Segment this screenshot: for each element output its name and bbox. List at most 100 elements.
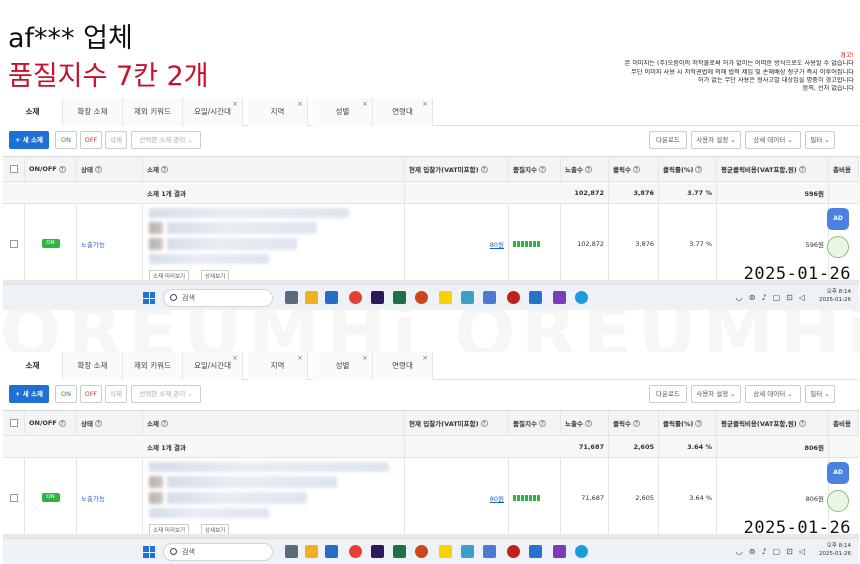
bid-link[interactable]: 80원 xyxy=(490,239,504,249)
task-view-icon[interactable] xyxy=(285,545,298,558)
filter-dropdown[interactable]: 필터 ⌄ xyxy=(805,385,835,403)
edge-icon[interactable] xyxy=(575,545,588,558)
download-button[interactable]: 다운로드 xyxy=(649,385,687,403)
help-icon[interactable]: ? xyxy=(480,419,488,427)
help-icon[interactable]: ? xyxy=(584,419,592,427)
store-icon[interactable] xyxy=(325,545,338,558)
col-cpc[interactable]: 평균클릭비용(VAT포함,원)? xyxy=(717,411,829,435)
download-button[interactable]: 다운로드 xyxy=(649,131,687,149)
col-ctr[interactable]: 클릭률(%)? xyxy=(659,157,717,181)
close-icon[interactable]: × xyxy=(297,352,303,372)
close-icon[interactable]: × xyxy=(362,98,368,118)
user-settings-dropdown[interactable]: 사용자 설정 ⌄ xyxy=(691,131,741,149)
col-clicks[interactable]: 클릭수? xyxy=(609,157,659,181)
col-bid[interactable]: 현재 입찰가(VAT미포함)? xyxy=(405,157,509,181)
tab-day-time[interactable]: 요일/시간대 × xyxy=(183,352,243,380)
close-icon[interactable]: × xyxy=(422,98,428,118)
col-impressions[interactable]: 노출수? xyxy=(561,157,609,181)
col-creative[interactable]: 소재? xyxy=(143,157,405,181)
row-bid[interactable]: 80원 xyxy=(405,204,509,283)
col-impressions[interactable]: 노출수? xyxy=(561,411,609,435)
help-icon[interactable]: ? xyxy=(58,165,66,173)
app-icon[interactable] xyxy=(553,291,566,304)
store-icon[interactable] xyxy=(325,291,338,304)
tab-day-time[interactable]: 요일/시간대 × xyxy=(183,98,243,126)
detail-data-dropdown[interactable]: 상세 데이터 ⌄ xyxy=(745,385,801,403)
help-icon[interactable]: ? xyxy=(584,165,592,173)
help-icon[interactable]: ? xyxy=(58,419,66,427)
col-total-cost[interactable]: 총비용 xyxy=(829,157,859,181)
app-icon[interactable] xyxy=(553,545,566,558)
filter-dropdown[interactable]: 필터 ⌄ xyxy=(805,131,835,149)
record-icon[interactable] xyxy=(507,291,520,304)
help-icon[interactable]: ? xyxy=(538,419,546,427)
calculator-icon[interactable] xyxy=(483,291,496,304)
ad-icon[interactable]: AD xyxy=(827,462,849,484)
help-icon[interactable]: ? xyxy=(632,419,640,427)
delete-button[interactable]: 삭제 xyxy=(105,131,127,149)
row-checkbox[interactable] xyxy=(3,204,25,283)
col-cpc[interactable]: 평균클릭비용(VAT포함,원)? xyxy=(717,157,829,181)
manage-selected-dropdown[interactable]: 선택한 소재 관리 ⌄ xyxy=(131,385,201,403)
tab-excluded-keyword[interactable]: 제외 키워드 xyxy=(123,352,183,380)
checkbox[interactable] xyxy=(9,165,18,173)
taskbar-search-input[interactable]: 검색 xyxy=(163,543,273,561)
chrome-icon[interactable] xyxy=(349,545,362,558)
col-onoff[interactable]: ON/OFF? xyxy=(25,157,77,181)
help-icon[interactable]: ? xyxy=(538,165,546,173)
tab-excluded-keyword[interactable]: 제외 키워드 xyxy=(123,98,183,126)
system-clock[interactable]: 오후 8:14 2025-01-26 xyxy=(819,542,851,558)
help-icon[interactable]: ? xyxy=(160,419,168,427)
tab-region[interactable]: 지역 × xyxy=(248,98,308,126)
help-icon[interactable]: ? xyxy=(480,165,488,173)
select-all-checkbox[interactable] xyxy=(3,157,25,181)
system-clock[interactable]: 오후 8:14 2025-01-26 xyxy=(819,288,851,304)
avatar[interactable] xyxy=(827,236,849,258)
on-toggle[interactable]: ON xyxy=(41,493,60,502)
tab-extension[interactable]: 확장 소재 xyxy=(63,98,123,126)
windows-start-icon[interactable] xyxy=(143,292,155,304)
premiere-icon[interactable] xyxy=(371,545,384,558)
detail-data-dropdown[interactable]: 상세 데이터 ⌄ xyxy=(745,131,801,149)
task-view-icon[interactable] xyxy=(285,291,298,304)
new-creative-button[interactable]: + 새 소재 xyxy=(9,131,49,149)
excel-icon[interactable] xyxy=(393,545,406,558)
system-tray-icons[interactable]: ◡⊚♪▢⊡◁ xyxy=(736,547,811,556)
col-clicks[interactable]: 클릭수? xyxy=(609,411,659,435)
tab-creative[interactable]: 소재 xyxy=(3,98,63,126)
close-icon[interactable]: × xyxy=(362,352,368,372)
app-icon[interactable] xyxy=(529,545,542,558)
col-ctr[interactable]: 클릭률(%)? xyxy=(659,411,717,435)
close-icon[interactable]: × xyxy=(232,98,238,118)
windows-start-icon[interactable] xyxy=(143,546,155,558)
chrome-icon[interactable] xyxy=(349,291,362,304)
ad-icon[interactable]: AD xyxy=(827,208,849,230)
row-bid[interactable]: 80원 xyxy=(405,458,509,537)
tab-extension[interactable]: 확장 소재 xyxy=(63,352,123,380)
avatar[interactable] xyxy=(827,490,849,512)
help-icon[interactable]: ? xyxy=(160,165,168,173)
new-creative-button[interactable]: + 새 소재 xyxy=(9,385,49,403)
tab-creative[interactable]: 소재 xyxy=(3,352,63,380)
col-status[interactable]: 상태? xyxy=(77,411,143,435)
off-button[interactable]: OFF xyxy=(80,131,102,149)
powerpoint-icon[interactable] xyxy=(415,545,428,558)
close-icon[interactable]: × xyxy=(422,352,428,372)
tab-gender[interactable]: 성별 × xyxy=(313,98,373,126)
help-icon[interactable]: ? xyxy=(632,165,640,173)
manage-selected-dropdown[interactable]: 선택한 소재 관리 ⌄ xyxy=(131,131,201,149)
tab-region[interactable]: 지역 × xyxy=(248,352,308,380)
checkbox[interactable] xyxy=(9,239,18,248)
record-icon[interactable] xyxy=(507,545,520,558)
tab-age[interactable]: 연령대 × xyxy=(373,352,433,380)
help-icon[interactable]: ? xyxy=(695,419,703,427)
on-button[interactable]: ON xyxy=(55,385,77,403)
on-toggle[interactable]: ON xyxy=(41,239,60,248)
kakaotalk-icon[interactable] xyxy=(439,545,452,558)
col-onoff[interactable]: ON/OFF? xyxy=(25,411,77,435)
select-all-checkbox[interactable] xyxy=(3,411,25,435)
row-toggle[interactable]: ON xyxy=(25,458,77,537)
bid-link[interactable]: 80원 xyxy=(490,493,504,503)
close-icon[interactable]: × xyxy=(232,352,238,372)
system-tray-icons[interactable]: ◡⊚♪▢⊡◁ xyxy=(736,293,811,302)
